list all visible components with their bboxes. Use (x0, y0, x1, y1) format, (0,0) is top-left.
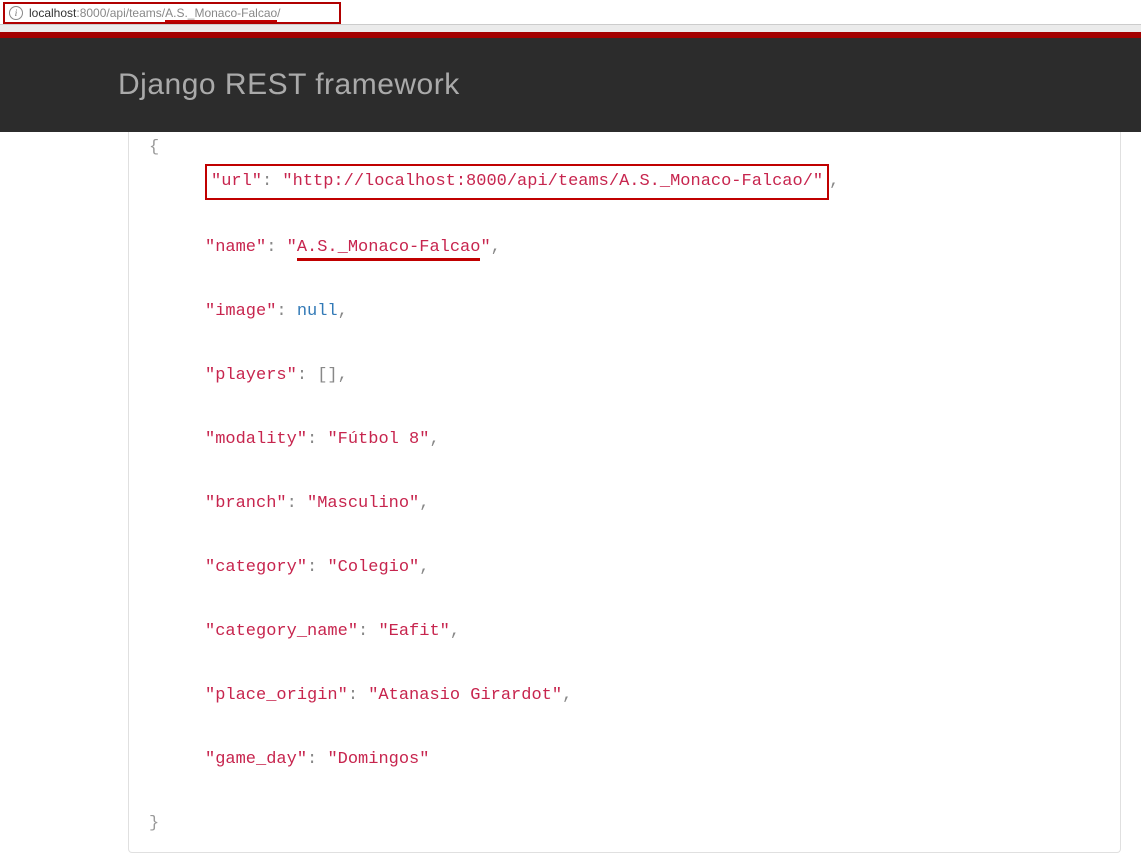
close-brace: } (149, 814, 159, 833)
json-response-panel: { "url": "http://localhost:8000/api/team… (128, 132, 1121, 853)
url-host: localhost (29, 6, 76, 20)
content-area: { "url": "http://localhost:8000/api/team… (0, 132, 1141, 853)
url-port: :8000 (76, 6, 106, 20)
json-line-image: "image": null, (149, 296, 1100, 328)
url-path-suffix: / (277, 6, 280, 20)
json-line-category-name: "category_name": "Eafit", (149, 616, 1100, 648)
url-path-prefix: /api/teams/ (106, 6, 165, 20)
url-text: localhost:8000/api/teams/A.S._Monaco-Fal… (29, 6, 281, 20)
info-icon: i (9, 6, 23, 20)
address-bar[interactable]: i localhost:8000/api/teams/A.S._Monaco-F… (3, 2, 341, 24)
json-line-place-origin: "place_origin": "Atanasio Girardot", (149, 680, 1100, 712)
open-brace: { (149, 138, 159, 157)
navbar: Django REST framework (0, 38, 1141, 132)
json-line-players: "players": [], (149, 360, 1100, 392)
json-line-url: "url": "http://localhost:8000/api/teams/… (149, 164, 1100, 200)
json-line-category: "category": "Colegio", (149, 552, 1100, 584)
browser-chrome-bar (0, 24, 1141, 32)
url-path-highlight: A.S._Monaco-Falcao (165, 6, 277, 22)
json-line-modality: "modality": "Fútbol 8", (149, 424, 1100, 456)
json-line-branch: "branch": "Masculino", (149, 488, 1100, 520)
navbar-title[interactable]: Django REST framework (118, 68, 460, 102)
json-line-name: "name": "A.S._Monaco-Falcao", (149, 232, 1100, 264)
json-line-game-day: "game_day": "Domingos" (149, 744, 1100, 776)
json-body: { "url": "http://localhost:8000/api/team… (149, 132, 1100, 840)
